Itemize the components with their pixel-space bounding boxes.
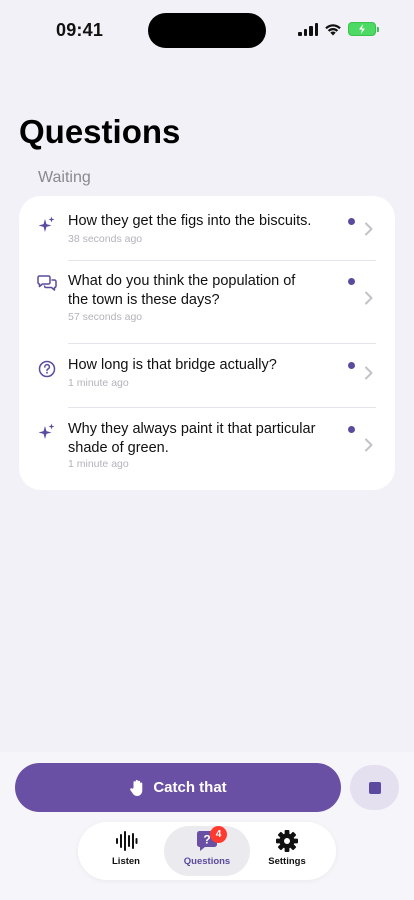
sparkles-icon xyxy=(38,423,55,439)
chat-bubbles-icon xyxy=(37,275,57,291)
question-timestamp: 1 minute ago xyxy=(68,377,129,389)
question-timestamp: 38 seconds ago xyxy=(68,233,143,245)
battery-charging-icon xyxy=(348,22,379,36)
chevron-right-icon xyxy=(365,291,373,305)
sparkles-icon xyxy=(38,216,55,232)
question-timestamp: 57 seconds ago xyxy=(68,311,143,323)
gear-icon xyxy=(276,830,298,852)
unread-dot xyxy=(348,362,355,369)
raised-hand-icon xyxy=(130,779,143,796)
unread-dot xyxy=(348,278,355,285)
question-row[interactable]: How they get the figs into the biscuits.… xyxy=(19,196,395,260)
stop-button[interactable] xyxy=(350,765,399,810)
chevron-right-icon xyxy=(365,438,373,452)
question-text: How they get the figs into the biscuits. xyxy=(68,213,312,229)
status-bar: 09:41 xyxy=(0,0,414,60)
question-bubble-icon: ? 4 xyxy=(195,826,227,852)
tab-listen-label: Listen xyxy=(112,856,140,867)
question-text: How long is that bridge actually? xyxy=(68,357,277,373)
page-title: Questions xyxy=(19,113,181,150)
status-icons xyxy=(298,22,379,36)
question-row[interactable]: Why they always paint it that particular… xyxy=(19,408,395,490)
tab-questions[interactable]: ? 4 Questions xyxy=(164,826,250,876)
tab-listen[interactable]: Listen xyxy=(83,826,169,876)
cellular-signal-icon xyxy=(298,22,318,36)
question-text: What do you think the population of the … xyxy=(68,273,296,308)
notification-badge: 4 xyxy=(210,826,227,843)
questions-list-card: How they get the figs into the biscuits.… xyxy=(19,196,395,490)
section-label-waiting: Waiting xyxy=(38,169,91,186)
catch-that-label: Catch that xyxy=(153,779,227,796)
tab-questions-label: Questions xyxy=(183,856,231,867)
tab-settings[interactable]: Settings xyxy=(244,826,330,876)
unread-dot xyxy=(348,218,355,225)
tab-bar: Listen ? 4 Questions Settings xyxy=(78,822,336,880)
question-text: Why they always paint it that particular… xyxy=(68,421,316,456)
status-time: 09:41 xyxy=(56,20,104,40)
tab-settings-label: Settings xyxy=(268,856,306,867)
question-timestamp: 1 minute ago xyxy=(68,458,129,470)
question-row[interactable]: How long is that bridge actually? 1 minu… xyxy=(19,344,395,407)
unread-dot xyxy=(348,426,355,433)
chevron-right-icon xyxy=(365,222,373,236)
dynamic-island xyxy=(148,13,266,48)
question-row[interactable]: What do you think the population of the … xyxy=(19,261,395,343)
chevron-right-icon xyxy=(365,366,373,380)
waveform-icon xyxy=(116,831,138,851)
wifi-icon xyxy=(325,23,341,35)
question-circle-icon xyxy=(38,360,56,378)
stop-icon xyxy=(368,781,381,794)
catch-that-button[interactable]: Catch that xyxy=(15,763,341,812)
